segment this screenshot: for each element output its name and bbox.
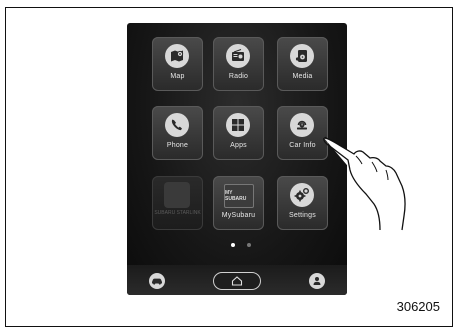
- media-phone-icon: [290, 44, 314, 68]
- map-pin-icon: [165, 44, 189, 68]
- starlink-logo-icon: [164, 182, 190, 208]
- starlink-tile: SUBARU STARLINK: [152, 176, 203, 230]
- settings-tile[interactable]: Settings: [277, 176, 328, 230]
- car-icon[interactable]: [149, 273, 165, 289]
- car-info-icon: [290, 113, 314, 137]
- apps-tile[interactable]: Apps: [213, 106, 264, 160]
- figure-number: 306205: [396, 299, 440, 314]
- home-icon: [231, 276, 243, 286]
- map-tile[interactable]: Map: [152, 37, 203, 91]
- radio-tile[interactable]: Radio: [213, 37, 264, 91]
- radio-icon: [226, 44, 250, 68]
- media-label: Media: [292, 73, 313, 80]
- mysubaru-logo-text: MY SUBARU: [225, 190, 247, 202]
- media-tile[interactable]: Media: [277, 37, 328, 91]
- mysubaru-tile[interactable]: MY SUBARU MySubaru: [213, 176, 264, 230]
- settings-label: Settings: [289, 212, 316, 219]
- map-label: Map: [170, 73, 185, 80]
- pointing-hand-icon: [323, 136, 406, 231]
- mysubaru-label: MySubaru: [221, 212, 256, 219]
- page-dot-active[interactable]: [231, 243, 235, 247]
- phone-handset-icon: [165, 113, 189, 137]
- starlink-label: SUBARU STARLINK: [154, 210, 201, 216]
- apps-label: Apps: [230, 142, 247, 149]
- car-info-tile[interactable]: Car Info: [277, 106, 328, 160]
- figure-frame: Map Radio Media Phone Apps Car Info SUBA…: [5, 7, 453, 327]
- phone-label: Phone: [166, 142, 189, 149]
- car-info-label: Car Info: [289, 142, 316, 149]
- radio-label: Radio: [228, 73, 249, 80]
- page-dot-inactive[interactable]: [247, 243, 251, 247]
- phone-tile[interactable]: Phone: [152, 106, 203, 160]
- apps-grid-icon: [226, 113, 250, 137]
- gears-icon: [290, 183, 314, 207]
- bottom-bar: [127, 265, 347, 295]
- home-screen: Map Radio Media Phone Apps Car Info SUBA…: [127, 23, 347, 295]
- home-button[interactable]: [213, 272, 261, 290]
- mysubaru-logo-icon: MY SUBARU: [224, 184, 254, 208]
- user-profile-icon[interactable]: [309, 273, 325, 289]
